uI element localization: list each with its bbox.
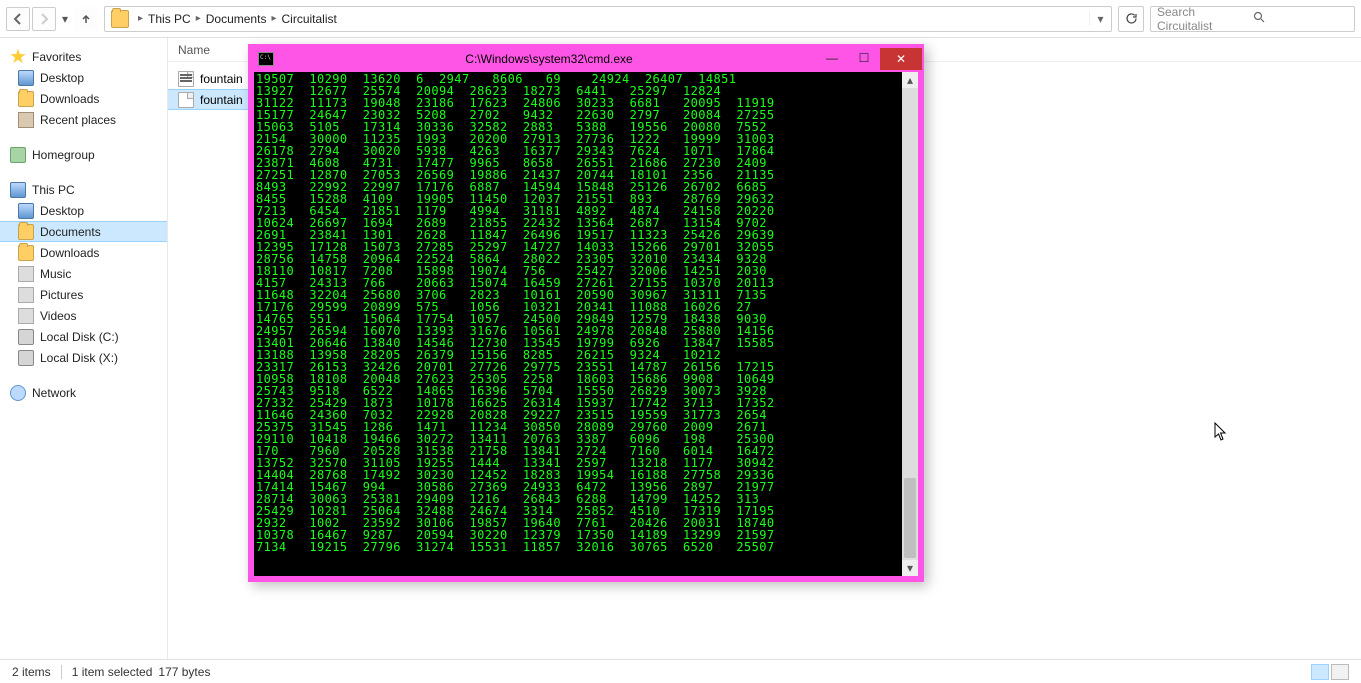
address-toolbar: ▾ ▸ This PC ▸ Documents ▸ Circuitalist ▾…	[0, 0, 1361, 38]
text-file-icon	[178, 92, 194, 108]
chevron-right-icon[interactable]: ▸	[271, 13, 276, 24]
homegroup-icon	[10, 147, 26, 163]
folder-icon	[111, 10, 129, 28]
nav-label: Music	[40, 267, 71, 281]
pictures-icon	[18, 287, 34, 303]
file-name: fountain	[200, 72, 243, 86]
nav-label: This PC	[32, 183, 75, 197]
view-details-button[interactable]	[1311, 664, 1329, 680]
batch-file-icon	[178, 71, 194, 87]
nav-label: Network	[32, 386, 76, 400]
nav-drive-x[interactable]: Local Disk (X:)	[0, 347, 167, 368]
nav-recent[interactable]: Recent places	[0, 109, 167, 130]
back-button[interactable]	[6, 7, 30, 31]
maximize-button[interactable]: ☐	[848, 48, 880, 68]
folder-icon	[18, 224, 34, 240]
videos-icon	[18, 308, 34, 324]
address-bar[interactable]: ▸ This PC ▸ Documents ▸ Circuitalist ▾	[104, 6, 1112, 32]
status-bar: 2 items 1 item selected 177 bytes	[0, 659, 1361, 683]
nav-music[interactable]: Music	[0, 263, 167, 284]
nav-label: Videos	[40, 309, 76, 323]
chevron-right-icon[interactable]: ▸	[138, 13, 143, 24]
nav-label: Pictures	[40, 288, 83, 302]
scroll-thumb[interactable]	[904, 478, 916, 558]
star-icon	[10, 49, 26, 65]
breadcrumb-segment[interactable]: Circuitalist	[279, 10, 338, 28]
nav-downloads-pc[interactable]: Downloads	[0, 242, 167, 263]
status-items: 2 items	[12, 665, 51, 679]
file-name: fountain	[200, 93, 243, 107]
thispc-group[interactable]: This PC	[0, 179, 167, 200]
nav-label: Favorites	[32, 50, 81, 64]
up-button[interactable]	[74, 7, 98, 31]
network-group[interactable]: Network	[0, 382, 167, 403]
pc-icon	[10, 182, 26, 198]
desktop-icon	[18, 203, 34, 219]
folder-icon	[18, 91, 34, 107]
breadcrumb-segment[interactable]: Documents	[204, 10, 269, 28]
nav-desktop-pc[interactable]: Desktop	[0, 200, 167, 221]
nav-label: Desktop	[40, 204, 84, 218]
chevron-right-icon[interactable]: ▸	[196, 13, 201, 24]
recent-icon	[18, 112, 34, 128]
close-button[interactable]: ✕	[880, 48, 922, 70]
status-bytes: 177 bytes	[158, 665, 210, 679]
search-placeholder: Search Circuitalist	[1157, 5, 1253, 33]
music-icon	[18, 266, 34, 282]
navigation-pane[interactable]: Favorites Desktop Downloads Recent place…	[0, 38, 168, 659]
nav-label: Downloads	[40, 246, 99, 260]
drive-icon	[18, 350, 34, 366]
scroll-up-arrow[interactable]: ▴	[902, 72, 918, 88]
nav-documents[interactable]: Documents	[0, 221, 167, 242]
cmd-icon	[258, 52, 274, 66]
search-box[interactable]: Search Circuitalist	[1150, 6, 1355, 32]
status-selected: 1 item selected	[72, 665, 153, 679]
nav-label: Local Disk (X:)	[40, 351, 118, 365]
nav-desktop[interactable]: Desktop	[0, 67, 167, 88]
nav-drive-c[interactable]: Local Disk (C:)	[0, 326, 167, 347]
nav-pictures[interactable]: Pictures	[0, 284, 167, 305]
homegroup-group[interactable]: Homegroup	[0, 144, 167, 165]
cmd-output: 19507 10290 13620 6 2947 8606 69 24924 2…	[254, 72, 902, 576]
refresh-button[interactable]	[1118, 6, 1144, 32]
nav-label: Documents	[40, 225, 101, 239]
cmd-scrollbar[interactable]: ▴ ▾	[902, 72, 918, 576]
folder-icon	[18, 245, 34, 261]
forward-button[interactable]	[32, 7, 56, 31]
drive-icon	[18, 329, 34, 345]
search-icon	[1253, 11, 1349, 27]
nav-label: Homegroup	[32, 148, 95, 162]
nav-label: Downloads	[40, 92, 99, 106]
scroll-down-arrow[interactable]: ▾	[902, 560, 918, 576]
cmd-titlebar[interactable]: C:\Windows\system32\cmd.exe — ☐ ✕	[250, 46, 922, 72]
nav-videos[interactable]: Videos	[0, 305, 167, 326]
breadcrumb-segment[interactable]: This PC	[146, 10, 193, 28]
nav-label: Desktop	[40, 71, 84, 85]
desktop-icon	[18, 70, 34, 86]
nav-downloads[interactable]: Downloads	[0, 88, 167, 109]
view-icons-button[interactable]	[1331, 664, 1349, 680]
column-header-label: Name	[178, 43, 210, 57]
nav-label: Recent places	[40, 113, 116, 127]
favorites-group[interactable]: Favorites	[0, 46, 167, 67]
network-icon	[10, 385, 26, 401]
history-dropdown[interactable]: ▾	[58, 7, 72, 31]
cmd-title: C:\Windows\system32\cmd.exe	[282, 52, 816, 66]
nav-label: Local Disk (C:)	[40, 330, 119, 344]
cmd-window[interactable]: C:\Windows\system32\cmd.exe — ☐ ✕ 19507 …	[248, 44, 924, 582]
address-dropdown[interactable]: ▾	[1089, 12, 1111, 26]
minimize-button[interactable]: —	[816, 48, 848, 68]
mouse-cursor	[1214, 422, 1228, 442]
